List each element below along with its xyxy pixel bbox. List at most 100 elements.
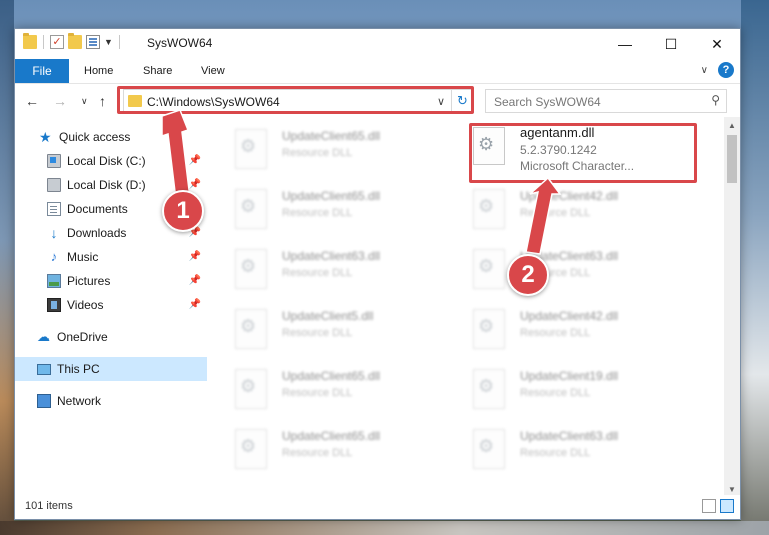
file-item[interactable]: UpdateClient65.dll Resource DLL [215, 417, 445, 471]
drive-icon [47, 154, 61, 168]
sidebar-item-music[interactable]: ♪ Music 📌 [15, 245, 207, 269]
properties-check-icon[interactable]: ✓ [50, 35, 64, 49]
file-type: Resource DLL [520, 447, 591, 459]
sidebar-item-label: Local Disk (C:) [67, 154, 146, 168]
cloud-icon: ☁ [37, 329, 50, 344]
pin-icon[interactable]: 📌 [189, 155, 201, 166]
file-name: UpdateClient65.dll [282, 189, 381, 203]
recent-locations-chevron-icon[interactable]: ∨ [81, 96, 88, 107]
search-input[interactable]: Search SysWOW64 ⚲ [485, 89, 727, 113]
file-type: Resource DLL [520, 387, 591, 399]
sidebar-item-videos[interactable]: Videos 📌 [15, 293, 207, 317]
sidebar-item-label: OneDrive [57, 330, 108, 344]
file-name: UpdateClient42.dll [520, 189, 619, 203]
ribbon-right-controls: ∨ ? [701, 62, 734, 78]
file-item[interactable]: UpdateClient63.dll Resource DLL [215, 237, 445, 291]
scroll-up-arrow-icon[interactable]: ▲ [724, 117, 740, 133]
sidebar-item-network[interactable]: Network [15, 389, 207, 413]
file-name: UpdateClient65.dll [282, 129, 381, 143]
dll-file-icon [235, 189, 267, 229]
file-item[interactable]: UpdateClient63.dll Resource DLL [453, 237, 683, 291]
help-icon[interactable]: ? [718, 62, 734, 78]
details-view-icon[interactable] [702, 499, 716, 513]
tab-share[interactable]: Share [143, 59, 172, 83]
sidebar-item-this-pc[interactable]: This PC [15, 357, 207, 381]
file-name: UpdateClient5.dll [282, 309, 374, 323]
file-item[interactable]: UpdateClient65.dll Resource DLL [215, 177, 445, 231]
sidebar-item-label: This PC [57, 362, 100, 376]
tab-file[interactable]: File [15, 59, 69, 83]
navigation-pane: ★ Quick access Local Disk (C:) 📌 Local D… [15, 117, 207, 497]
download-icon: ↓ [50, 225, 58, 241]
sidebar-item-label: Documents [67, 202, 128, 216]
file-item[interactable]: UpdateClient5.dll Resource DLL [215, 297, 445, 351]
file-highlight [469, 123, 697, 183]
sidebar-item-local-disk-c[interactable]: Local Disk (C:) 📌 [15, 149, 207, 173]
sidebar-item-pictures[interactable]: Pictures 📌 [15, 269, 207, 293]
dll-file-icon [235, 309, 267, 349]
forward-arrow-icon[interactable]: → [53, 93, 67, 109]
pin-icon[interactable]: 📌 [189, 299, 201, 310]
ribbon-tabs: File Home Share View ∨ ? [15, 59, 740, 83]
file-item[interactable]: UpdateClient42.dll Resource DLL [453, 177, 683, 231]
customize-toolbar-chevron-icon[interactable]: ▼ [104, 37, 113, 47]
file-item[interactable]: UpdateClient63.dll Resource DLL [453, 417, 683, 471]
scrollbar-thumb[interactable] [727, 135, 737, 183]
file-item[interactable]: UpdateClient65.dll Resource DLL [215, 357, 445, 411]
desktop-background-right [741, 0, 769, 535]
tab-home[interactable]: Home [84, 59, 113, 83]
computer-icon [37, 363, 51, 375]
search-placeholder: Search SysWOW64 [494, 95, 601, 109]
vertical-scrollbar[interactable]: ▲ ▼ [724, 117, 740, 497]
tab-view[interactable]: View [201, 59, 225, 83]
file-name: UpdateClient65.dll [282, 429, 381, 443]
sidebar-item-quick-access[interactable]: ★ Quick access [15, 125, 207, 149]
new-folder-icon[interactable] [68, 33, 82, 49]
pin-icon[interactable]: 📌 [189, 179, 201, 190]
sidebar-item-label: Network [57, 394, 102, 408]
dll-file-icon [473, 309, 505, 349]
window-title: SysWOW64 [147, 36, 213, 50]
videos-icon [47, 298, 61, 312]
separator [43, 35, 44, 49]
sidebar-item-label: Videos [67, 298, 104, 312]
file-type: Resource DLL [282, 447, 353, 459]
file-name: UpdateClient42.dll [520, 309, 619, 323]
pin-icon[interactable]: 📌 [189, 275, 201, 286]
dll-file-icon [473, 369, 505, 409]
file-type: Resource DLL [282, 147, 353, 159]
maximize-button[interactable]: ☐ [648, 29, 694, 59]
step-badge-2: 2 [507, 254, 549, 296]
pictures-icon [47, 274, 61, 288]
dll-file-icon [235, 429, 267, 469]
sidebar-item-label: Pictures [67, 274, 111, 288]
item-count: 101 items [25, 500, 73, 512]
up-arrow-icon[interactable]: ↑ [99, 93, 106, 109]
sidebar-item-label: Music [67, 250, 99, 264]
minimize-button[interactable]: — [602, 29, 648, 59]
file-item[interactable]: UpdateClient19.dll Resource DLL [453, 357, 683, 411]
pin-icon[interactable]: 📌 [189, 251, 201, 262]
drive-icon [47, 178, 61, 192]
step-badge-1: 1 [162, 190, 204, 232]
music-icon: ♪ [50, 249, 58, 264]
file-item[interactable]: UpdateClient42.dll Resource DLL [453, 297, 683, 351]
sidebar-item-onedrive[interactable]: ☁ OneDrive [15, 325, 207, 349]
search-icon[interactable]: ⚲ [711, 93, 720, 107]
back-arrow-icon[interactable]: ← [25, 93, 39, 109]
separator [118, 35, 120, 49]
large-icons-view-icon[interactable] [720, 499, 734, 513]
dll-file-icon [235, 369, 267, 409]
file-type: Resource DLL [282, 327, 353, 339]
dll-file-icon [473, 189, 505, 229]
expand-ribbon-chevron-icon[interactable]: ∨ [701, 65, 708, 76]
close-button[interactable]: ✕ [694, 29, 740, 59]
file-type: Resource DLL [520, 207, 591, 219]
dll-file-icon [473, 429, 505, 469]
file-type: Resource DLL [520, 327, 591, 339]
status-bar: 101 items [15, 495, 740, 519]
list-view-icon[interactable] [86, 35, 100, 49]
file-item[interactable]: UpdateClient65.dll Resource DLL [215, 117, 445, 171]
file-name: UpdateClient65.dll [282, 369, 381, 383]
file-type: Resource DLL [282, 387, 353, 399]
